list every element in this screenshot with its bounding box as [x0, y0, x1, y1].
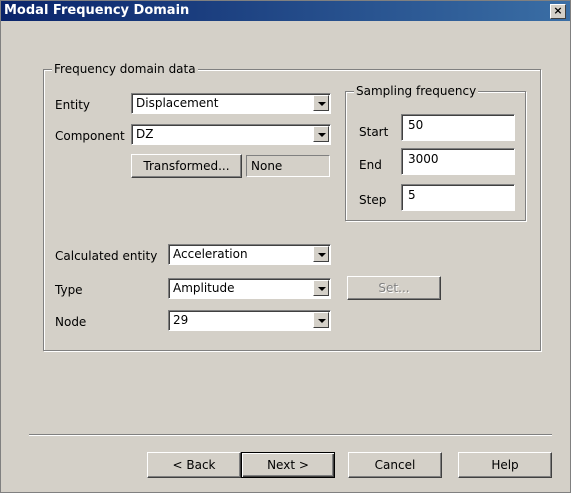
frequency-domain-legend: Frequency domain data — [52, 62, 198, 76]
step-value: 5 — [408, 188, 416, 202]
end-label: End — [359, 158, 382, 172]
dropdown-arrow-icon[interactable] — [313, 126, 329, 142]
type-label: Type — [55, 283, 83, 297]
transformed-value-field: None — [246, 155, 330, 177]
component-value: DZ — [136, 127, 154, 141]
dropdown-arrow-icon[interactable] — [313, 246, 329, 262]
footer-separator — [29, 434, 552, 436]
calculated-entity-value: Acceleration — [173, 247, 248, 261]
type-value: Amplitude — [173, 281, 235, 295]
calculated-entity-select[interactable]: Acceleration — [168, 244, 331, 265]
type-select[interactable]: Amplitude — [168, 278, 331, 299]
step-input[interactable]: 5 — [401, 184, 515, 211]
cancel-button[interactable]: Cancel — [348, 452, 442, 478]
step-label: Step — [359, 193, 387, 207]
transformed-button[interactable]: Transformed... — [131, 154, 242, 178]
calculated-entity-label: Calculated entity — [55, 249, 158, 263]
dialog-window: Modal Frequency Domain × Frequency domai… — [0, 0, 571, 493]
title-bar: Modal Frequency Domain × — [1, 1, 570, 21]
entity-value: Displacement — [136, 96, 219, 110]
transformed-value: None — [251, 159, 283, 173]
sampling-frequency-legend: Sampling frequency — [354, 84, 479, 98]
dropdown-arrow-icon[interactable] — [313, 95, 329, 111]
window-title: Modal Frequency Domain — [4, 3, 190, 18]
dropdown-arrow-icon[interactable] — [313, 280, 329, 296]
start-input[interactable]: 50 — [401, 114, 515, 141]
entity-select[interactable]: Displacement — [131, 93, 331, 114]
help-button[interactable]: Help — [458, 452, 552, 478]
close-button[interactable]: × — [550, 4, 566, 19]
node-value: 29 — [173, 313, 189, 327]
start-value: 50 — [408, 118, 424, 132]
end-input[interactable]: 3000 — [401, 148, 515, 175]
component-select[interactable]: DZ — [131, 124, 331, 145]
node-label: Node — [55, 315, 87, 329]
start-label: Start — [359, 125, 389, 139]
node-select[interactable]: 29 — [168, 310, 331, 331]
dropdown-arrow-icon[interactable] — [313, 312, 329, 328]
entity-label: Entity — [55, 98, 91, 112]
close-icon: × — [553, 4, 563, 17]
set-button[interactable]: Set... — [347, 276, 441, 300]
end-value: 3000 — [408, 152, 439, 166]
next-button[interactable]: Next > — [241, 452, 335, 478]
component-label: Component — [55, 129, 125, 143]
back-button[interactable]: < Back — [147, 452, 241, 478]
